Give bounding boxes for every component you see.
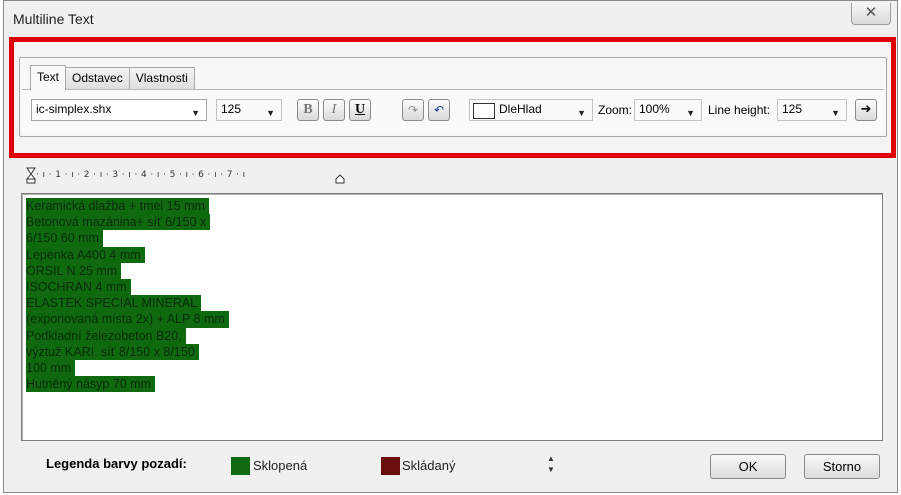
format-toolbar: ic-simplex.shx ▼ 125 ▼ B I U ↷ ↶ DleHlad… [22, 89, 884, 133]
text-line: Keramická dlažba + tmel 15 mm [26, 198, 209, 215]
ruler-scale: · ı · 1 · ı · 2 · ı · 3 · ı · 4 · ı · 5 … [36, 170, 246, 180]
legend-swatch-skladany [381, 457, 400, 475]
redo-button[interactable]: ↷ [402, 99, 424, 121]
chevron-down-icon: ▼ [686, 108, 695, 118]
text-line: ISOCHRAN 4 mm [26, 279, 131, 296]
text-line: 6/150 60 mm [26, 230, 103, 247]
chevron-down-icon: ▼ [266, 108, 275, 118]
color-swatch [473, 102, 495, 119]
line-height-value: 125 [782, 102, 803, 116]
bold-button[interactable]: B [297, 99, 319, 121]
tab-vlastnosti[interactable]: Vlastnosti [128, 67, 195, 89]
chevron-down-icon: ▼ [831, 108, 840, 118]
text-line: Podkladní železobeton B20, [26, 327, 186, 344]
font-select[interactable]: ic-simplex.shx ▼ [31, 99, 207, 121]
tab-strip: Text Odstavec Vlastnosti [30, 65, 195, 90]
line-height-label: Line height: [708, 103, 771, 117]
close-icon: ✕ [864, 4, 878, 21]
right-indent-marker-icon[interactable] [335, 174, 345, 184]
size-value: 125 [221, 102, 242, 116]
text-line: ORSIL N 25 mm [26, 262, 122, 280]
legend-title: Legenda barvy pozadí: [46, 456, 187, 471]
ruler[interactable]: · ı · 1 · ı · 2 · ı · 3 · ı · 4 · ı · 5 … [26, 166, 360, 186]
text-line: (exponovaná místa 2x) + ALP 8 mm [26, 311, 229, 328]
line-height-select[interactable]: 125 ▼ [777, 99, 847, 121]
color-value: DleHlad [499, 102, 542, 116]
spin-control[interactable]: ▲ ▼ [544, 453, 558, 479]
chevron-down-icon: ▼ [577, 108, 586, 118]
ok-button[interactable]: OK [710, 454, 786, 479]
redo-icon: ↷ [407, 103, 419, 117]
zoom-select[interactable]: 100% ▼ [634, 99, 702, 121]
italic-button[interactable]: I [323, 99, 345, 121]
arrow-down-icon: ➜ [860, 102, 872, 117]
close-button[interactable]: ✕ [851, 3, 891, 25]
text-content: Keramická dlažba + tmel 15 mm Betonová m… [26, 198, 229, 393]
text-line: 100 mm [26, 360, 76, 377]
font-value: ic-simplex.shx [36, 102, 112, 116]
zoom-label: Zoom: [598, 103, 633, 117]
legend-swatch-sklopena [231, 457, 250, 475]
text-line: Betonová mazánina+ síť 6/150 x [26, 214, 211, 231]
chevron-down-icon: ▼ [191, 108, 200, 118]
tab-text[interactable]: Text [30, 65, 67, 90]
cancel-button[interactable]: Storno [804, 454, 880, 479]
spin-icon: ▲ ▼ [547, 454, 555, 474]
color-select[interactable]: DleHlad ▼ [469, 99, 593, 121]
text-line: výztuž KARI. síť 8/150 x 8/150 [26, 343, 199, 361]
text-line: ELASTEK SPECIAL MINERAL [26, 295, 202, 312]
window-title: Multiline Text [13, 11, 94, 27]
legend-label-sklopena: Sklopená [253, 458, 308, 473]
size-select[interactable]: 125 ▼ [216, 99, 282, 121]
text-line: Hutněný násyp 70 mm [26, 376, 156, 393]
undo-button[interactable]: ↶ [428, 99, 450, 121]
indent-marker-icon[interactable] [26, 167, 36, 185]
tab-panel: Text Odstavec Vlastnosti ic-simplex.shx … [19, 57, 887, 137]
undo-icon: ↶ [433, 103, 445, 117]
toolbar-highlight-frame: Text Odstavec Vlastnosti ic-simplex.shx … [9, 37, 896, 158]
legend-label-skladany: Skládaný [402, 458, 456, 473]
multiline-text-editor[interactable]: Keramická dlažba + tmel 15 mm Betonová m… [21, 193, 883, 441]
multiline-text-dialog: Multiline Text ✕ Text Odstavec Vlastnost… [3, 0, 898, 493]
insert-arrow-button[interactable]: ➜ [855, 99, 877, 121]
zoom-value: 100% [639, 102, 670, 116]
underline-button[interactable]: U [349, 99, 371, 121]
title-bar: Multiline Text ✕ [4, 1, 897, 37]
tab-odstavec[interactable]: Odstavec [65, 67, 130, 89]
text-line: Lepenka A400 4 mm [26, 246, 145, 263]
